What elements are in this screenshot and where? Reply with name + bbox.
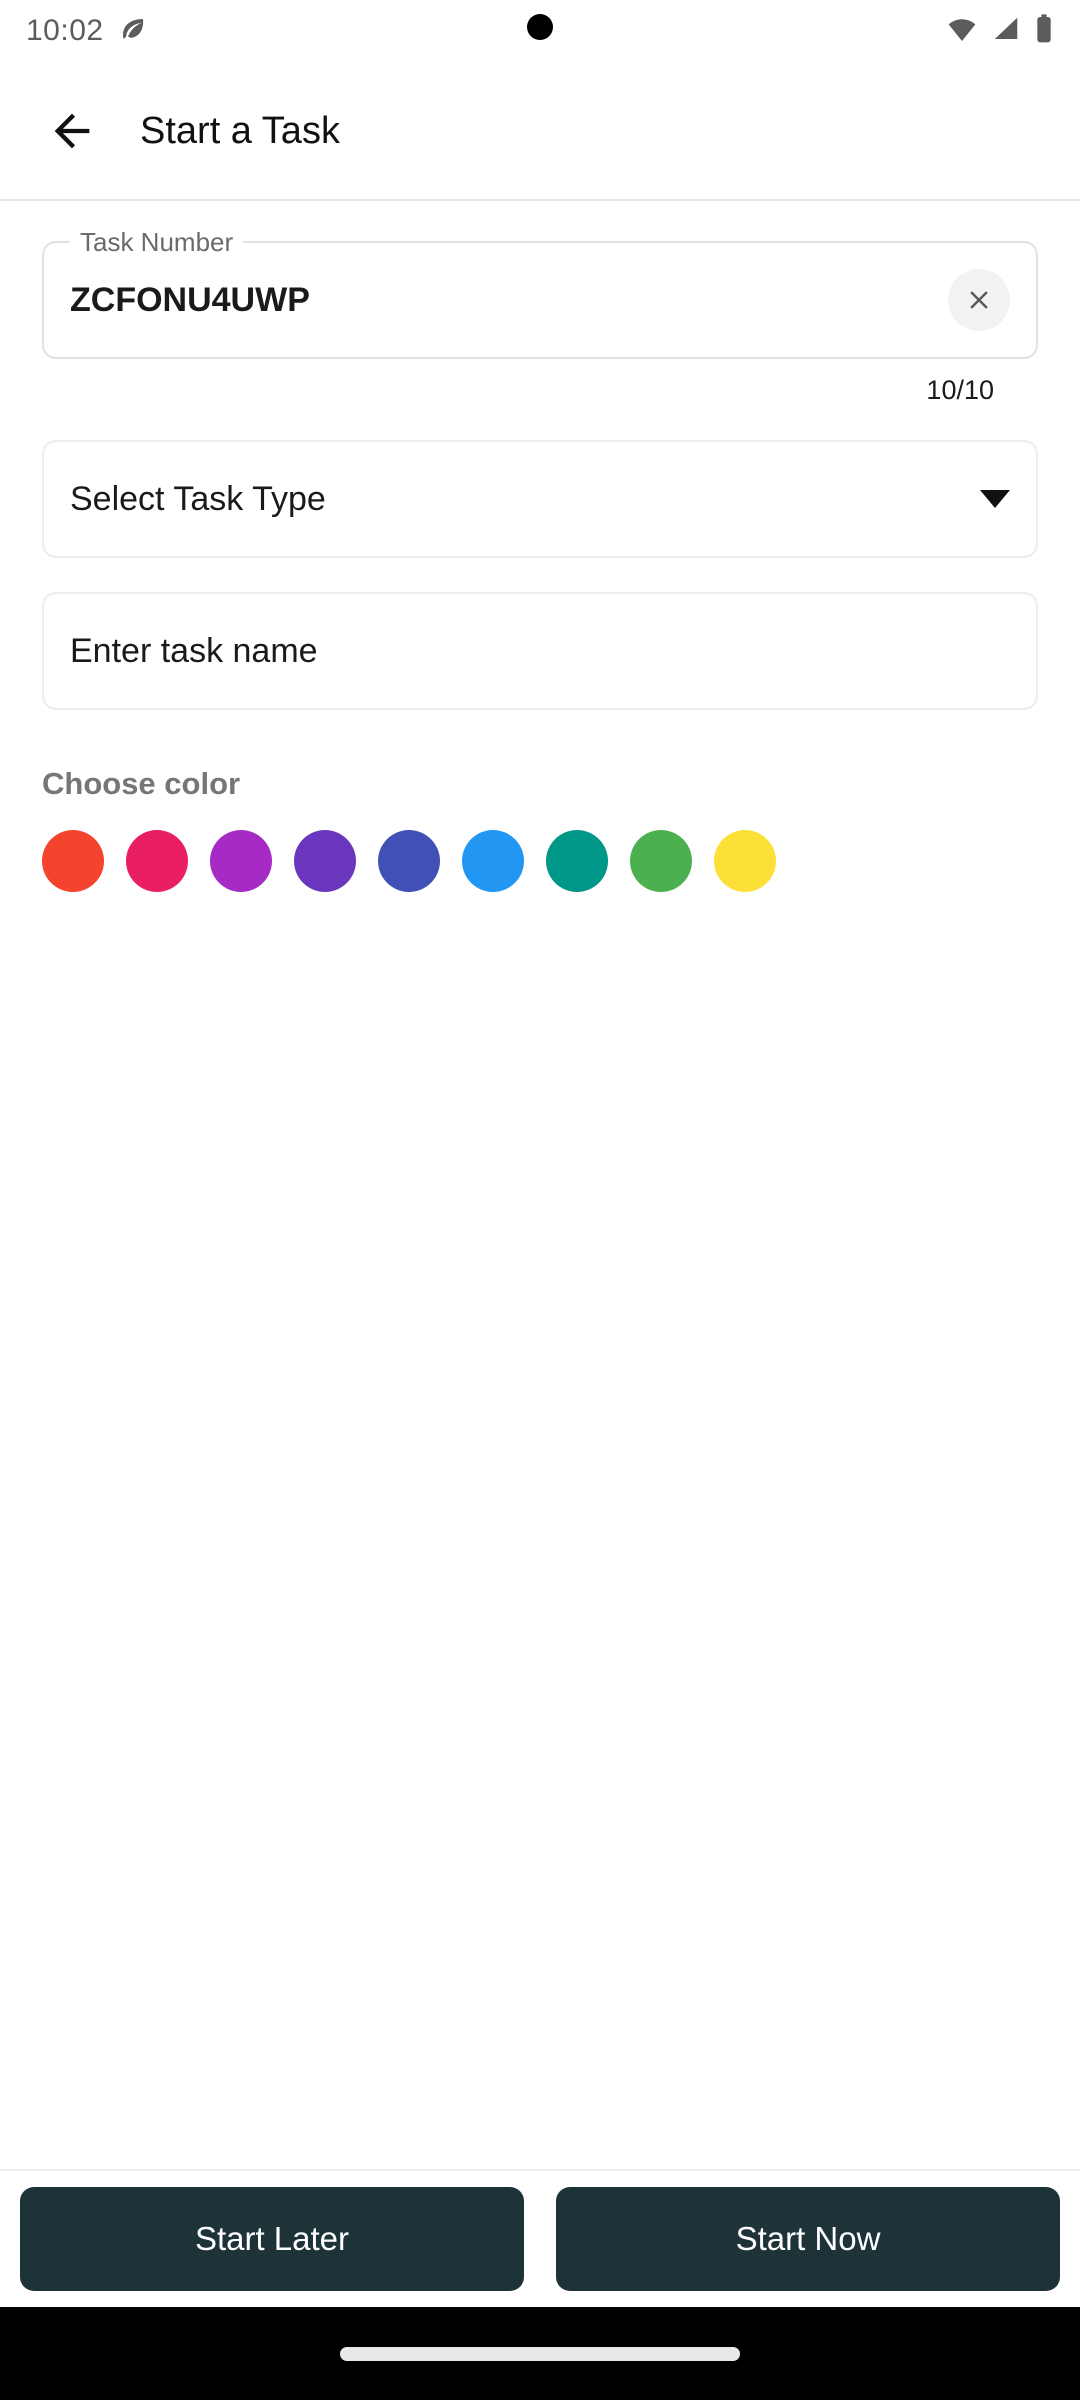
color-swatch-red[interactable] bbox=[42, 830, 104, 892]
color-swatch-yellow[interactable] bbox=[714, 830, 776, 892]
form-content: Task Number ZCFONU4UWP 10/10 Select Task… bbox=[0, 201, 1080, 2170]
battery-icon bbox=[1034, 13, 1054, 50]
task-number-input[interactable]: Task Number ZCFONU4UWP bbox=[42, 227, 1038, 359]
color-swatch-indigo[interactable] bbox=[378, 830, 440, 892]
status-bar-right bbox=[946, 13, 1054, 50]
clear-task-number-button[interactable] bbox=[948, 269, 1010, 331]
cell-signal-icon bbox=[991, 14, 1021, 49]
leaf-icon bbox=[118, 14, 148, 49]
status-bar-left: 10:02 bbox=[26, 14, 148, 49]
task-number-value: ZCFONU4UWP bbox=[70, 280, 310, 319]
back-arrow-icon bbox=[54, 113, 90, 149]
task-type-dropdown[interactable]: Select Task Type bbox=[42, 440, 1038, 558]
app-screen: 10:02 Start a Task Task Number ZCFONU4UW… bbox=[0, 0, 1080, 2400]
character-counter: 10/10 bbox=[926, 375, 994, 405]
action-bar: Start Later Start Now bbox=[0, 2171, 1080, 2307]
wifi-icon bbox=[946, 13, 978, 50]
start-later-button[interactable]: Start Later bbox=[20, 2187, 524, 2291]
chevron-down-icon bbox=[980, 490, 1010, 508]
task-number-field-wrap: Task Number ZCFONU4UWP 10/10 bbox=[42, 227, 1038, 406]
close-icon bbox=[970, 291, 988, 309]
task-type-label: Select Task Type bbox=[70, 479, 326, 518]
gesture-nav-bar bbox=[0, 2307, 1080, 2400]
status-bar-clock: 10:02 bbox=[26, 14, 104, 47]
app-header: Start a Task bbox=[0, 62, 1080, 200]
color-swatch-teal[interactable] bbox=[546, 830, 608, 892]
camera-punch-hole bbox=[527, 14, 553, 40]
color-swatch-green[interactable] bbox=[630, 830, 692, 892]
back-button[interactable] bbox=[30, 89, 114, 173]
color-swatch-violet[interactable] bbox=[294, 830, 356, 892]
color-swatch-pink[interactable] bbox=[126, 830, 188, 892]
start-now-button[interactable]: Start Now bbox=[556, 2187, 1060, 2291]
page-title: Start a Task bbox=[140, 109, 340, 152]
task-name-placeholder: Enter task name bbox=[70, 631, 318, 670]
color-swatch-blue[interactable] bbox=[462, 830, 524, 892]
color-swatch-magenta[interactable] bbox=[210, 830, 272, 892]
task-number-label: Task Number bbox=[70, 227, 244, 258]
gesture-handle[interactable] bbox=[340, 2346, 740, 2361]
task-name-input[interactable]: Enter task name bbox=[42, 592, 1038, 710]
color-swatch-list bbox=[42, 830, 1080, 892]
choose-color-label: Choose color bbox=[42, 766, 241, 801]
